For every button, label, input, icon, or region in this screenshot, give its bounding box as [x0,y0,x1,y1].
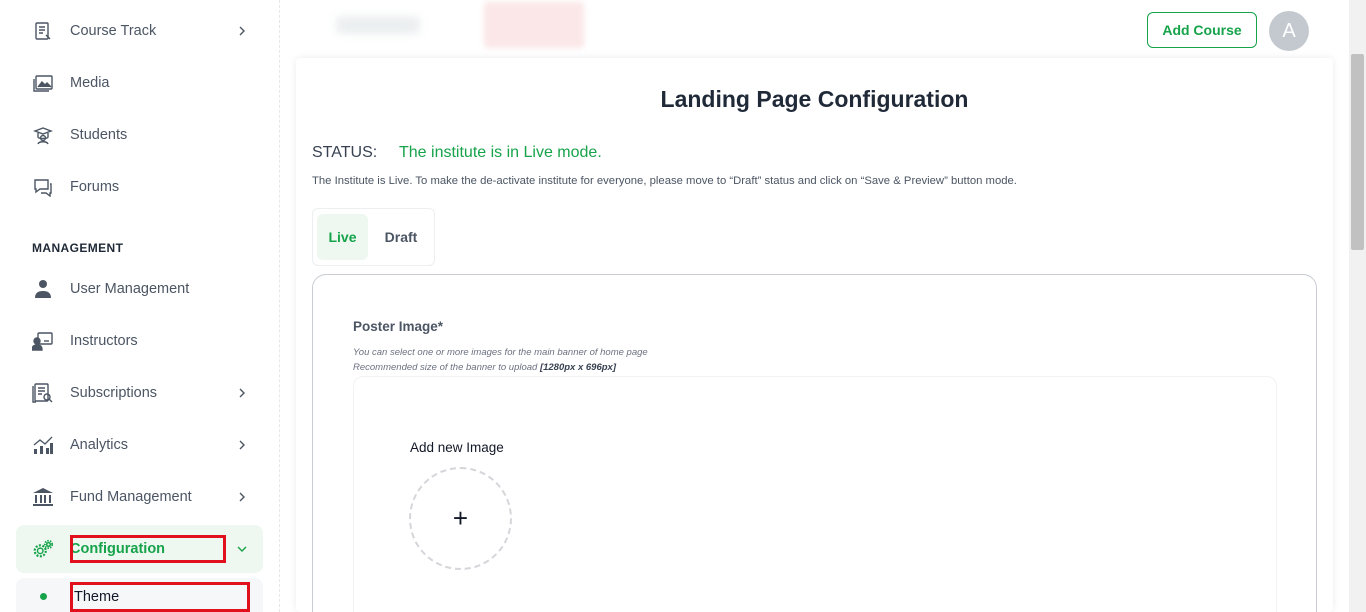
sidebar-item-label: Analytics [70,437,129,453]
chevron-right-icon [235,386,249,400]
bullet-dot-icon [40,593,47,600]
sidebar-item-fund-management[interactable]: Fund Management [16,473,263,521]
course-track-icon [32,20,54,42]
page-title: Landing Page Configuration [660,86,969,112]
sidebar-item-label: User Management [70,281,190,297]
sidebar-item-user-management[interactable]: User Management [16,265,263,313]
upload-area: Add new Image + [353,376,1277,612]
sidebar-item-students[interactable]: Students [16,111,263,159]
highlight-box [70,582,250,612]
sidebar-item-label: Students [70,127,128,143]
scrollbar[interactable] [1349,0,1366,612]
subscriptions-icon [32,382,54,404]
sidebar-item-label: Fund Management [70,489,192,505]
scrollbar-thumb[interactable] [1351,54,1364,250]
chevron-right-icon [235,490,249,504]
sidebar: Course Track Media Students Forums MANAG… [0,0,280,612]
highlight-box [70,535,226,563]
status-value: The institute is in Live mode. [399,144,602,161]
add-course-button[interactable]: Add Course [1147,12,1257,48]
poster-size-hint: Recommended size of the banner to upload… [353,362,616,373]
sidebar-item-label: Course Track [70,23,157,39]
poster-panel: Poster Image* You can select one or more… [312,274,1317,612]
sidebar-item-label: Forums [70,179,120,195]
toggle-live[interactable]: Live [317,214,368,260]
poster-size-value: [1280px x 696px] [539,362,616,373]
sidebar-item-subscriptions[interactable]: Subscriptions [16,369,263,417]
instructor-icon [32,330,54,352]
sidebar-item-label: Instructors [70,333,138,349]
chevron-down-icon [235,542,249,556]
status-toggle: Live Draft [312,208,435,266]
blurred-tab[interactable] [336,16,420,34]
sidebar-item-analytics[interactable]: Analytics [16,421,263,469]
plus-icon: + [452,503,469,533]
bank-icon [32,486,54,508]
user-icon [32,278,54,300]
sidebar-item-forums[interactable]: Forums [16,163,263,211]
media-icon [32,72,54,94]
add-new-image-label: Add new Image [410,440,504,455]
poster-image-label: Poster Image* [353,319,444,334]
students-icon [32,124,54,146]
section-title-management: MANAGEMENT [32,241,124,255]
sidebar-item-label: Media [70,75,110,91]
sidebar-item-instructors[interactable]: Instructors [16,317,263,365]
sidebar-item-course-track[interactable]: Course Track [16,7,263,55]
sidebar-item-media[interactable]: Media [16,59,263,107]
blurred-highlighted-tab[interactable] [484,2,584,48]
status-description: The Institute is Live. To make the de-ac… [312,175,1017,187]
sidebar-item-label: Subscriptions [70,385,158,401]
analytics-icon [32,434,54,456]
gears-icon [32,538,54,560]
toggle-draft[interactable]: Draft [373,214,429,260]
avatar[interactable]: A [1269,11,1309,51]
forums-icon [32,176,54,198]
config-card: Landing Page Configuration STATUS: The i… [296,58,1333,612]
add-image-button[interactable]: + [409,467,512,570]
status-label: STATUS: [312,144,378,161]
chevron-right-icon [235,24,249,38]
chevron-right-icon [235,438,249,452]
poster-size-hint-text: Recommended size of the banner to upload [353,362,540,373]
poster-hint: You can select one or more images for th… [353,347,648,358]
